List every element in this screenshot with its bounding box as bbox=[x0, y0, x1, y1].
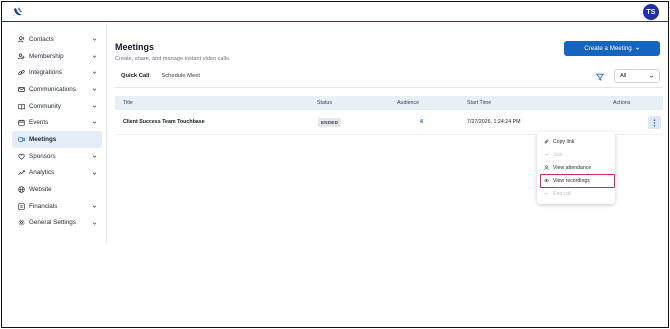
sidebar-item-label: Website bbox=[29, 186, 52, 194]
menu-item-copy-link[interactable]: Copy link bbox=[537, 135, 615, 148]
column-header-actions: Actions bbox=[613, 100, 631, 106]
sidebar-item-label: Community bbox=[29, 102, 61, 110]
page-subtitle: Create, share, and manage instant video … bbox=[115, 56, 231, 62]
chevron-down-icon bbox=[92, 38, 97, 41]
chevron-down-icon bbox=[92, 222, 97, 225]
gear-icon bbox=[18, 219, 25, 226]
sidebar-item-membership[interactable]: Membership bbox=[12, 48, 102, 65]
link-icon bbox=[18, 69, 25, 76]
chevron-down-icon bbox=[92, 55, 97, 58]
filter-icon[interactable] bbox=[596, 73, 604, 81]
contacts-icon bbox=[18, 36, 25, 43]
chevron-down-icon bbox=[92, 105, 97, 108]
menu-item-join[interactable]: Join bbox=[537, 148, 615, 161]
sidebar-item-label: Financials bbox=[29, 202, 58, 210]
book-icon bbox=[18, 103, 25, 110]
chevron-down-icon bbox=[92, 71, 97, 75]
sidebar-item-label: Membership bbox=[29, 52, 64, 60]
chevron-down-icon bbox=[92, 205, 97, 208]
logo-icon[interactable] bbox=[12, 6, 24, 18]
chevron-down-icon bbox=[92, 155, 97, 158]
menu-item-label: Copy link bbox=[553, 138, 575, 145]
menu-item-label: Join bbox=[553, 151, 563, 158]
sidebar-item-label: Contacts bbox=[29, 35, 54, 43]
menu-item-label: View recordings bbox=[553, 177, 590, 184]
menu-item-end-call[interactable]: End call bbox=[537, 187, 615, 200]
tab-quick-call[interactable]: Quick Call bbox=[115, 73, 156, 88]
sidebar-item-label: Integrations bbox=[29, 69, 62, 77]
page-title: Meetings bbox=[115, 42, 155, 52]
sidebar-item-analytics[interactable]: Analytics bbox=[12, 165, 102, 182]
status-cell: ENDED bbox=[309, 117, 386, 127]
recording-icon bbox=[544, 178, 549, 183]
table-header: Title Status Audience Start Time Actions bbox=[115, 96, 663, 110]
copy-icon bbox=[544, 139, 549, 144]
menu-item-view-recordings[interactable]: View recordings bbox=[537, 174, 615, 187]
tabs-divider bbox=[115, 87, 663, 88]
video-icon bbox=[18, 136, 25, 143]
sidebar-item-label: Sponsors bbox=[29, 152, 56, 160]
chevron-down-icon bbox=[92, 121, 97, 125]
chevron-down-icon bbox=[635, 47, 639, 50]
actions-menu: Copy link Join View attendance View reco… bbox=[537, 132, 615, 204]
membership-icon bbox=[18, 53, 25, 60]
audience-cell: 4 bbox=[386, 119, 461, 125]
mail-icon bbox=[18, 86, 25, 93]
sidebar-item-community[interactable]: Community bbox=[12, 98, 102, 115]
globe-icon bbox=[18, 186, 25, 193]
column-header-status: Status bbox=[317, 100, 333, 106]
sidebar-item-sponsors[interactable]: Sponsors bbox=[12, 148, 102, 165]
menu-item-label: View attendance bbox=[553, 164, 592, 171]
status-filter-select[interactable]: All bbox=[614, 69, 660, 83]
start-time: 7/27/2026, 1:24:24 PM bbox=[467, 119, 521, 125]
sidebar-item-website[interactable]: Website bbox=[12, 181, 102, 198]
user-avatar[interactable]: TS bbox=[643, 4, 659, 20]
sidebar: Contacts Membership Integrations Communi… bbox=[2, 23, 107, 243]
sidebar-item-label: Communications bbox=[29, 85, 76, 93]
column-header-title: Title bbox=[123, 100, 133, 106]
chevron-down-icon bbox=[92, 172, 97, 175]
audience-link[interactable]: 4 bbox=[390, 119, 423, 125]
sidebar-item-communications[interactable]: Communications bbox=[12, 81, 102, 98]
analytics-icon bbox=[18, 169, 25, 176]
calendar-icon bbox=[18, 119, 25, 126]
financials-icon bbox=[18, 203, 25, 210]
sidebar-item-label: General Settings bbox=[29, 219, 76, 227]
sidebar-item-financials[interactable]: Financials bbox=[12, 198, 102, 215]
attendance-icon bbox=[544, 165, 549, 170]
create-meeting-button[interactable]: Create a Meeting bbox=[564, 41, 660, 56]
status-badge: ENDED bbox=[318, 117, 342, 127]
sidebar-item-contacts[interactable]: Contacts bbox=[12, 31, 102, 48]
status-filter-value: All bbox=[620, 73, 627, 79]
menu-item-view-attendance[interactable]: View attendance bbox=[537, 161, 615, 174]
meeting-tabs: Quick Call Schedule Meet bbox=[115, 73, 206, 88]
sidebar-item-label: Meetings bbox=[29, 135, 57, 143]
sidebar-nav: Contacts Membership Integrations Communi… bbox=[2, 23, 106, 231]
sidebar-item-general-settings[interactable]: General Settings bbox=[12, 215, 102, 232]
top-bar: TS bbox=[2, 2, 668, 22]
sidebar-item-meetings[interactable]: Meetings bbox=[12, 131, 102, 148]
join-icon bbox=[544, 152, 549, 157]
app-window: TS Contacts Membership Integrations Comm… bbox=[1, 1, 669, 328]
sidebar-item-events[interactable]: Events bbox=[12, 114, 102, 131]
sidebar-item-integrations[interactable]: Integrations bbox=[12, 64, 102, 81]
end-call-icon bbox=[544, 191, 549, 196]
column-header-audience: Audience bbox=[397, 100, 420, 106]
meeting-title: Client Success Team Touchbase bbox=[123, 119, 205, 125]
tab-schedule-meet[interactable]: Schedule Meet bbox=[155, 73, 206, 88]
create-meeting-label: Create a Meeting bbox=[584, 45, 632, 52]
column-header-start-time: Start Time bbox=[467, 100, 492, 106]
meetings-table: Title Status Audience Start Time Actions… bbox=[115, 96, 663, 135]
sidebar-item-label: Analytics bbox=[29, 169, 55, 177]
chevron-down-icon bbox=[649, 75, 654, 78]
sponsor-icon bbox=[18, 153, 25, 160]
chevron-down-icon bbox=[92, 88, 97, 91]
more-actions-button[interactable] bbox=[648, 116, 661, 129]
menu-item-label: End call bbox=[553, 190, 572, 197]
kebab-icon bbox=[653, 118, 656, 127]
sidebar-item-label: Events bbox=[29, 119, 49, 127]
